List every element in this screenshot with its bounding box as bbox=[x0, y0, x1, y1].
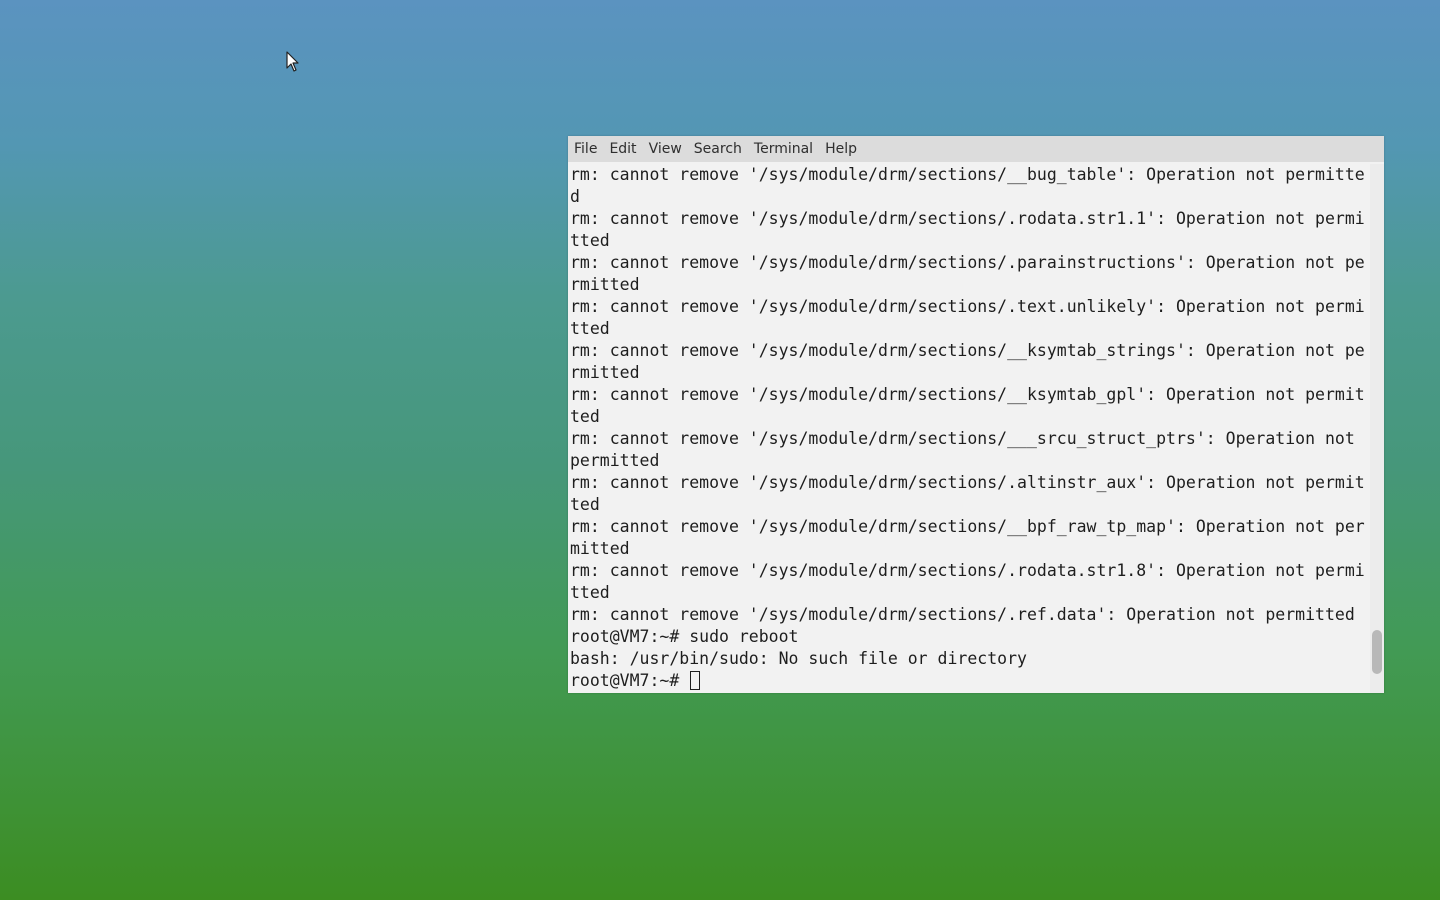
scrollbar-thumb[interactable] bbox=[1372, 630, 1382, 674]
terminal-line: rm: cannot remove '/sys/module/drm/secti… bbox=[570, 385, 1365, 404]
terminal-line: rm: cannot remove '/sys/module/drm/secti… bbox=[570, 341, 1365, 360]
menu-help[interactable]: Help bbox=[819, 136, 863, 162]
menu-terminal[interactable]: Terminal bbox=[748, 136, 819, 162]
menu-view[interactable]: View bbox=[643, 136, 688, 162]
mouse-pointer-icon bbox=[286, 51, 299, 72]
terminal-line: rm: cannot remove '/sys/module/drm/secti… bbox=[570, 473, 1365, 492]
terminal-line: root@VM7:~# sudo reboot bbox=[570, 627, 799, 646]
terminal-line: tted bbox=[570, 319, 610, 338]
terminal-line: tted bbox=[570, 583, 610, 602]
terminal-line: ted bbox=[570, 407, 600, 426]
terminal-line: rm: cannot remove '/sys/module/drm/secti… bbox=[570, 209, 1365, 228]
terminal-prompt: root@VM7:~# bbox=[570, 671, 690, 690]
terminal-line: rm: cannot remove '/sys/module/drm/secti… bbox=[570, 561, 1365, 580]
menu-file[interactable]: File bbox=[568, 136, 603, 162]
terminal-line: rm: cannot remove '/sys/module/drm/secti… bbox=[570, 165, 1365, 184]
terminal-line: rm: cannot remove '/sys/module/drm/secti… bbox=[570, 605, 1355, 624]
terminal-prompt-line[interactable]: root@VM7:~# bbox=[568, 670, 1370, 692]
terminal-line: bash: /usr/bin/sudo: No such file or dir… bbox=[570, 649, 1027, 668]
terminal-line: rm: cannot remove '/sys/module/drm/secti… bbox=[570, 253, 1365, 272]
text-cursor-block bbox=[690, 671, 701, 690]
terminal-line: rm: cannot remove '/sys/module/drm/secti… bbox=[570, 297, 1365, 316]
terminal-line: d bbox=[570, 187, 580, 206]
menu-edit[interactable]: Edit bbox=[603, 136, 642, 162]
terminal-line: mitted bbox=[570, 539, 630, 558]
terminal-menubar: File Edit View Search Terminal Help bbox=[568, 136, 1384, 162]
terminal-line: rmitted bbox=[570, 363, 640, 382]
terminal-window[interactable]: File Edit View Search Terminal Help rm: … bbox=[568, 136, 1384, 693]
terminal-line: permitted bbox=[570, 451, 660, 470]
terminal-line: tted bbox=[570, 231, 610, 250]
terminal-scrollbar[interactable] bbox=[1370, 164, 1384, 693]
terminal-line: rm: cannot remove '/sys/module/drm/secti… bbox=[570, 429, 1365, 448]
terminal-line: rmitted bbox=[570, 275, 640, 294]
menu-search[interactable]: Search bbox=[688, 136, 748, 162]
terminal-line: rm: cannot remove '/sys/module/drm/secti… bbox=[570, 517, 1365, 536]
terminal-line: ted bbox=[570, 495, 600, 514]
terminal-output[interactable]: rm: cannot remove '/sys/module/drm/secti… bbox=[568, 164, 1370, 692]
